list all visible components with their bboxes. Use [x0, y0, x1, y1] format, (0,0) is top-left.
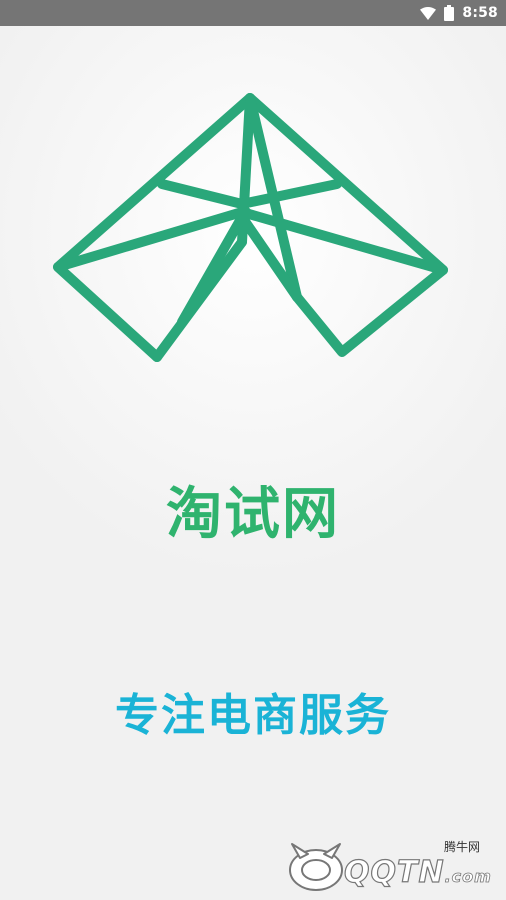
status-time: 8:58 [462, 5, 498, 21]
taoshi-logo-icon [52, 92, 448, 364]
status-bar: 8:58 [0, 0, 506, 26]
status-icons: 8:58 [420, 0, 498, 26]
splash-screen: 8:58 淘试网 专注电商服务 腾牛网 QQTN.com [0, 0, 506, 900]
watermark-site-name: 腾牛网 [443, 840, 480, 854]
watermark-domain: QQTN.com [343, 854, 492, 890]
tagline: 专注电商服务 [115, 690, 391, 741]
battery-icon [444, 5, 455, 21]
site-watermark: 腾牛网 QQTN.com [286, 838, 496, 894]
watermark-logo-icon [289, 843, 343, 891]
app-name: 淘试网 [166, 482, 340, 547]
wifi-icon [420, 6, 437, 20]
watermark-domain-main: QQTN [343, 854, 445, 890]
watermark-domain-suffix: .com [444, 867, 492, 887]
